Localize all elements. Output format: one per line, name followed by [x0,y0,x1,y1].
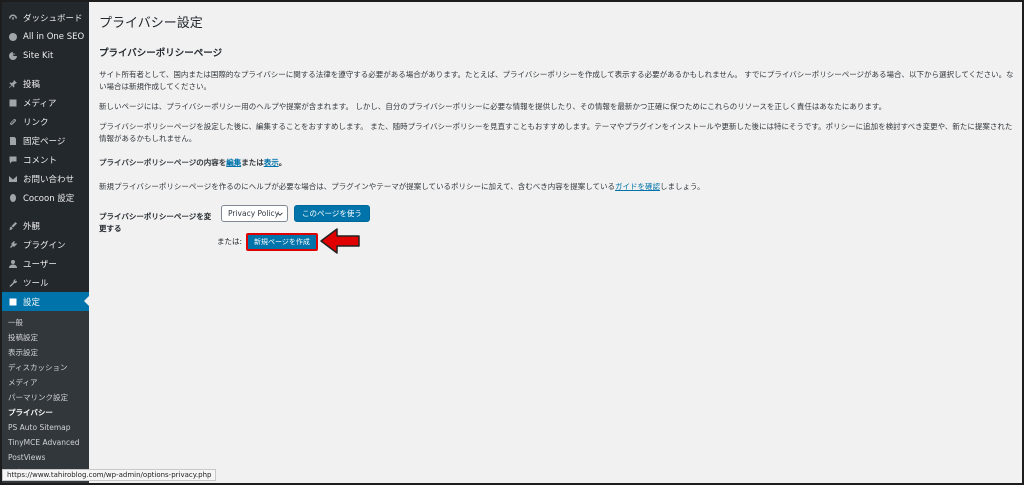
form-label: プライバシーポリシーページを変更する [99,212,212,233]
or-label: または: [217,237,243,246]
submenu-item-writing[interactable]: 投稿設定 [2,330,89,345]
sidebar-item-cocoon[interactable]: Cocoon 設定 [2,188,89,207]
red-arrow-annotation-icon [320,228,360,254]
plugin-icon [7,239,18,250]
submenu-item-ps-auto-sitemap[interactable]: PS Auto Sitemap [2,420,89,435]
section-title: プライバシーポリシーページ [99,48,223,59]
settings-submenu: 一般 投稿設定 表示設定 ディスカッション メディア パーマリンク設定 プライバ… [2,311,89,483]
privacy-page-form: プライバシーポリシーページを変更する Privacy Policy このページを… [99,205,1014,265]
sidebar-item-media[interactable]: メディア [2,93,89,112]
sidebar-item-dashboard[interactable]: ダッシュボード [2,8,89,27]
submenu-item-tinymce[interactable]: TinyMCE Advanced [2,435,89,450]
guide-link[interactable]: ガイドを確認 [615,182,660,191]
submenu-item-privacy[interactable]: プライバシー [2,405,89,420]
sidebar-item-sitekit[interactable]: Site Kit [2,46,89,65]
sidebar-item-links[interactable]: リンク [2,112,89,131]
settings-icon [7,296,18,307]
help-paragraph: 新しいページには、プライバシーポリシー用のヘルプや提案が含まれます。 しかし、自… [99,102,887,111]
submenu-item-permalink[interactable]: パーマリンク設定 [2,390,89,405]
guide-paragraph: 新規プライバシーポリシーページを作るのにヘルプが必要な場合は、プラグインやテーマ… [99,181,1014,193]
sidebar-item-label: ツール [23,278,49,289]
link-icon [7,116,18,127]
sitekit-icon [7,50,18,61]
edit-view-paragraph: プライバシーポリシーページの内容を編集または表示。 [99,157,1014,169]
submenu-item-general[interactable]: 一般 [2,315,89,330]
seo-icon [7,31,18,42]
sidebar-item-posts[interactable]: 投稿 [2,74,89,93]
media-icon [7,97,18,108]
sidebar-item-tools[interactable]: ツール [2,273,89,292]
view-link[interactable]: 表示 [264,158,279,167]
mail-icon [7,173,18,184]
page-icon [7,135,18,146]
sidebar-item-label: 設定 [23,297,41,308]
submenu-item-media[interactable]: メディア [2,375,89,390]
intro-paragraph: サイト所有者として、国内または国際的なプライバシーに関する法律を遵守する必要があ… [99,70,1014,91]
sidebar-item-seo[interactable]: All in One SEO [2,27,89,46]
sidebar-item-label: Cocoon 設定 [23,193,75,204]
wrench-icon [7,277,18,288]
sidebar-item-pages[interactable]: 固定ページ [2,131,89,150]
sidebar-item-label: コメント [23,155,58,166]
sidebar-item-label: メディア [23,98,57,109]
sidebar-item-label: 外観 [23,221,41,232]
cocoon-icon [7,192,18,203]
sidebar-item-users[interactable]: ユーザー [2,254,89,273]
dashboard-icon [7,12,18,23]
comment-icon [7,154,18,165]
sidebar-item-label: ユーザー [23,259,57,270]
select-value: Privacy Policy [228,209,280,218]
main-content: プライバシー設定 プライバシーポリシーページ サイト所有者として、国内または国際… [99,12,1014,265]
sidebar-item-settings[interactable]: 設定 [2,292,89,311]
sidebar-item-label: ダッシュボード [23,13,83,24]
page-title: プライバシー設定 [99,16,203,31]
use-this-page-button[interactable]: このページを使う [294,205,370,222]
create-new-page-button[interactable]: 新規ページを作成 [246,233,318,251]
submenu-item-postviews[interactable]: PostViews [2,450,89,465]
sidebar-item-label: プラグイン [23,240,66,251]
status-bar-url: https://www.tahiroblog.com/wp-admin/opti… [2,469,217,481]
edit-link[interactable]: 編集 [226,158,241,167]
sidebar-item-label: リンク [23,117,49,128]
sidebar-item-label: Site Kit [23,50,54,61]
edit-view-prefix: プライバシーポリシーページの内容を [99,158,227,167]
sidebar-item-label: 投稿 [23,79,41,90]
sidebar-item-comments[interactable]: コメント [2,150,89,169]
sidebar-item-appearance[interactable]: 外観 [2,216,89,235]
sidebar-item-contact[interactable]: お問い合わせ [2,169,89,188]
admin-sidebar: ダッシュボード All in One SEO Site Kit 投稿 メディア … [2,2,89,483]
sidebar-item-label: All in One SEO [23,31,85,42]
privacy-page-select[interactable]: Privacy Policy [221,205,288,222]
sidebar-item-label: 固定ページ [23,136,66,147]
edit-view-mid: または [241,158,264,167]
submenu-item-discussion[interactable]: ディスカッション [2,360,89,375]
guide-prefix: 新規プライバシーポリシーページを作るのにヘルプが必要な場合は、プラグインやテーマ… [99,182,615,191]
submenu-item-reading[interactable]: 表示設定 [2,345,89,360]
brush-icon [7,220,18,231]
user-icon [7,258,18,269]
guide-suffix: しましょう。 [660,182,705,191]
sidebar-item-label: お問い合わせ [23,174,75,185]
browser-frame: ダッシュボード All in One SEO Site Kit 投稿 メディア … [0,0,1024,485]
sidebar-item-plugins[interactable]: プラグイン [2,235,89,254]
review-paragraph: プライバシーポリシーページを設定した後に、編集することをおすすめします。 また、… [99,122,1013,143]
chevron-down-icon [277,212,283,216]
edit-view-suffix: 。 [278,158,287,167]
pin-icon [7,78,18,89]
